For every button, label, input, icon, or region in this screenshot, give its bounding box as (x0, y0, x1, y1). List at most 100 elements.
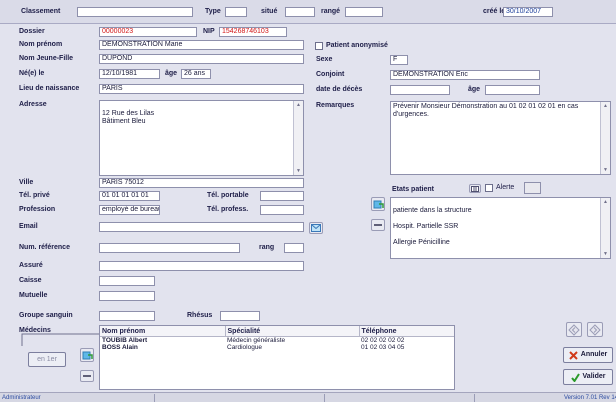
etat-item[interactable]: Hospit. Partielle SSR (393, 223, 598, 231)
send-email-button[interactable] (309, 222, 323, 234)
lieu-naissance-field[interactable]: PARIS (99, 84, 304, 94)
valider-button[interactable]: Valider (563, 369, 613, 385)
remove-medecin-button[interactable] (80, 370, 94, 382)
tel-profess-field[interactable] (260, 205, 304, 215)
mutuelle-field[interactable] (99, 291, 155, 301)
col-telephone[interactable]: Téléphone (359, 326, 454, 337)
situe-field[interactable] (285, 7, 315, 17)
minus-icon (374, 224, 382, 226)
col-nom-prenom[interactable]: Nom prénom (100, 326, 226, 337)
scroll-down-icon[interactable]: ▼ (602, 167, 609, 173)
ville-field[interactable]: PARIS 75012 (99, 178, 304, 188)
sexe-field[interactable]: F (390, 55, 408, 65)
table-row[interactable]: TOUBIB Albert Médecin généraliste 02 02 … (100, 337, 454, 345)
remove-etat-button[interactable] (371, 219, 385, 231)
alerte-checkbox[interactable] (485, 184, 493, 192)
mutuelle-label: Mutuelle (19, 292, 48, 299)
cree-le-label: créé le (483, 8, 506, 15)
remarques-label: Remarques (316, 102, 355, 109)
type-field[interactable] (225, 7, 247, 17)
age-deces-label: âge (468, 86, 481, 93)
etat-item[interactable]: patiente dans la structure (393, 207, 598, 215)
adresse-textarea[interactable]: 12 Rue des Lilas Bâtiment Bleu ▲ ▼ (99, 100, 304, 176)
valider-label: Valider (582, 373, 606, 380)
remarques-scrollbar[interactable]: ▲ ▼ (600, 102, 610, 174)
nom-jeune-fille-label: Nom Jeune-Fille (19, 55, 74, 62)
status-bar: Administrateur Version 7.01 Rev 14 (0, 392, 616, 402)
conjoint-label: Conjoint (316, 71, 345, 78)
range-field[interactable] (345, 7, 383, 17)
profession-label: Profession (19, 206, 56, 213)
nom-jeune-fille-field[interactable]: DUPOND (99, 54, 304, 64)
medecins-grid: Nom prénom Spécialité Téléphone TOUBIB A… (100, 326, 454, 351)
dossier-field[interactable]: 00000023 (99, 27, 197, 37)
remarques-textarea[interactable]: Prévenir Monsieur Démonstration au 01 02… (390, 101, 611, 175)
age-deces-field[interactable] (485, 85, 540, 95)
medecins-connector (21, 333, 99, 346)
rang-field[interactable] (284, 243, 304, 253)
scroll-up-icon[interactable]: ▲ (295, 102, 302, 108)
medecin-nom: BOSS Alain (102, 344, 138, 351)
annuler-button[interactable]: Annuler (563, 347, 613, 363)
dossier-label: Dossier (19, 28, 45, 35)
assure-label: Assuré (19, 262, 43, 269)
ville-label: Ville (19, 179, 34, 186)
medecins-table[interactable]: Nom prénom Spécialité Téléphone TOUBIB A… (99, 325, 455, 390)
classement-field[interactable] (77, 7, 193, 17)
assure-field[interactable] (99, 261, 304, 271)
etats-scrollbar[interactable]: ▲ ▼ (600, 198, 610, 258)
age-field[interactable]: 26 ans (181, 69, 211, 79)
situe-label: situé (261, 8, 278, 15)
nom-prenom-field[interactable]: DEMONSTRATION Marie (99, 40, 304, 50)
alerte-label: Alerte (496, 184, 515, 191)
etats-patient-list[interactable]: patiente dans la structure Hospit. Parti… (390, 197, 611, 259)
ne-le-field[interactable]: 12/10/1981 (99, 69, 160, 79)
num-reference-field[interactable] (99, 243, 240, 253)
scroll-down-icon[interactable]: ▼ (295, 168, 302, 174)
tel-prive-field[interactable]: 01 01 01 01 01 (99, 191, 160, 201)
range-label: rangé (321, 8, 341, 15)
scroll-up-icon[interactable]: ▲ (602, 199, 609, 205)
status-segment-empty (320, 394, 475, 402)
diamond-right-icon (589, 323, 601, 336)
date-deces-label: date de décès (316, 86, 363, 93)
classement-label: Classement (21, 8, 61, 15)
scroll-down-icon[interactable]: ▼ (602, 251, 609, 257)
etats-patient-label: Etats patient (392, 186, 435, 193)
caisse-field[interactable] (99, 276, 155, 286)
rhesus-field[interactable] (220, 311, 260, 321)
etat-item[interactable]: Allergie Pénicilline (393, 239, 598, 247)
col-specialite[interactable]: Spécialité (225, 326, 360, 337)
medecin-telephone: 01 02 03 04 05 (361, 344, 405, 351)
nip-field[interactable]: 154268746103 (219, 27, 287, 37)
patient-anonymise-checkbox[interactable] (315, 42, 323, 50)
conjoint-field[interactable]: DEMONSTRATION Eric (390, 70, 540, 80)
sexe-label: Sexe (316, 56, 333, 63)
groupe-sanguin-field[interactable] (99, 311, 155, 321)
date-deces-field[interactable] (390, 85, 450, 95)
next-patient-button[interactable] (587, 322, 603, 337)
alerte-color-box (524, 182, 541, 194)
status-user: Administrateur (0, 394, 155, 402)
previous-patient-button[interactable] (566, 322, 582, 337)
ne-le-label: Né(e) le (19, 70, 45, 77)
remarques-text: Prévenir Monsieur Démonstration au 01 02… (393, 103, 579, 118)
tel-portable-field[interactable] (260, 191, 304, 201)
nip-label: NIP (203, 28, 215, 35)
cree-le-field[interactable]: 30/10/2007 (503, 7, 553, 17)
scroll-up-icon[interactable]: ▲ (602, 103, 609, 109)
email-field[interactable] (99, 222, 304, 232)
etats-edit-button[interactable] (469, 184, 481, 193)
medecin-specialite: Médecin généraliste (227, 337, 286, 344)
rhesus-label: Rhésus (187, 312, 213, 319)
rang-label: rang (259, 244, 275, 251)
add-medecin-button[interactable] (80, 348, 94, 362)
adresse-label: Adresse (19, 101, 47, 108)
add-etat-button[interactable] (371, 197, 385, 211)
email-label: Email (19, 223, 38, 230)
adresse-scrollbar[interactable]: ▲ ▼ (293, 101, 303, 175)
profession-field[interactable]: employé de bureau (99, 205, 160, 215)
type-label: Type (205, 8, 221, 15)
table-row[interactable]: BOSS Alain Cardiologue 01 02 03 04 05 (100, 344, 454, 351)
en-1er-button[interactable]: en 1er (28, 352, 66, 367)
